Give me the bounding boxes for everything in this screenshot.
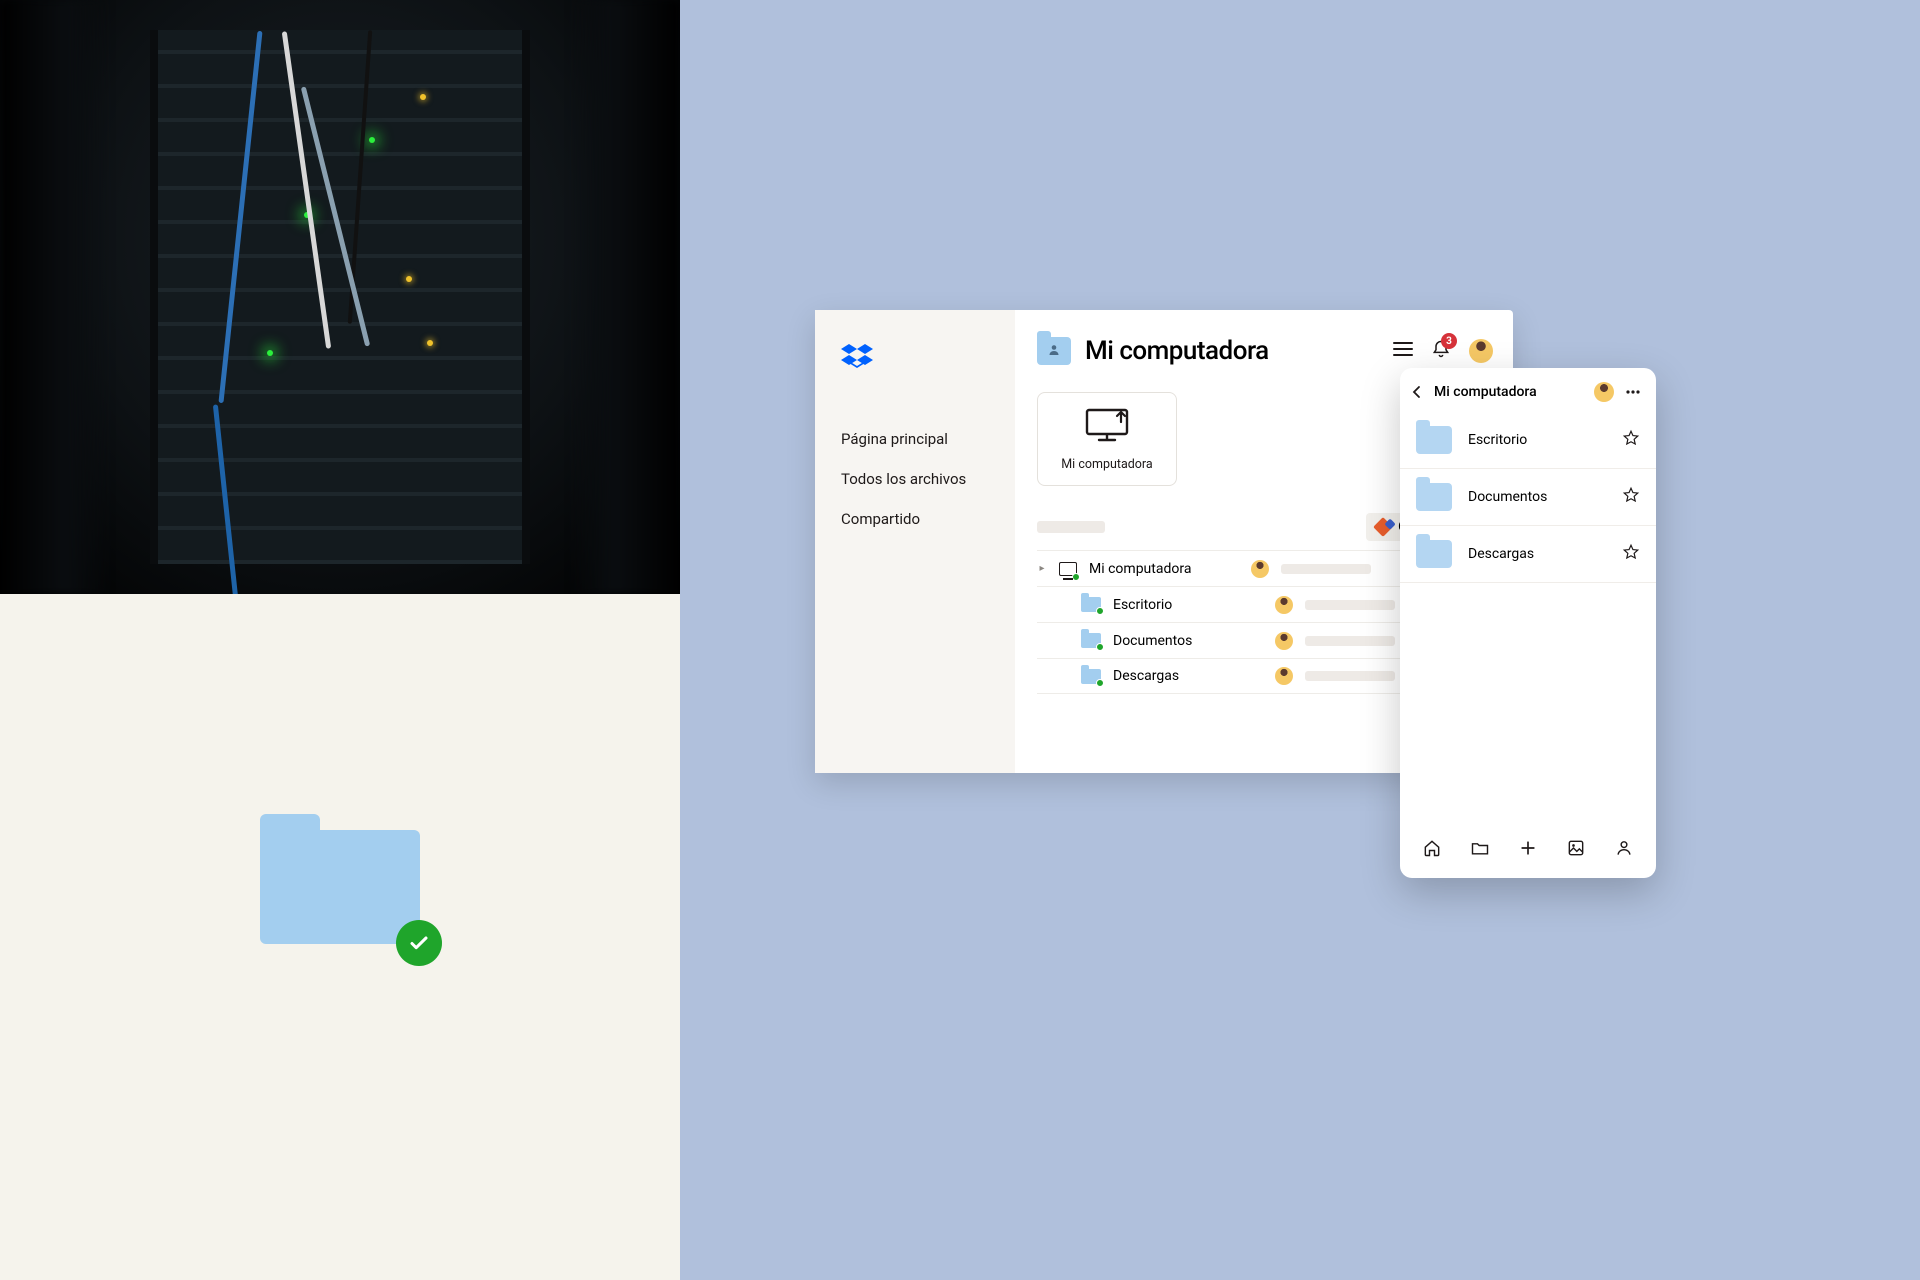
- account-icon[interactable]: [1614, 838, 1634, 862]
- expand-icon[interactable]: ▸: [1037, 563, 1047, 574]
- mobile-row-documents[interactable]: Documentos: [1400, 469, 1656, 526]
- folder-synced-illustration: [0, 594, 680, 1280]
- folder-icon: [1416, 426, 1452, 454]
- menu-icon[interactable]: [1393, 341, 1413, 361]
- column-placeholder: [1037, 521, 1105, 533]
- computer-upload-icon: [1084, 407, 1130, 443]
- mobile-row-desktop[interactable]: Escritorio: [1400, 412, 1656, 469]
- placeholder: [1305, 671, 1395, 681]
- sidebar-item-all-files[interactable]: Todos los archivos: [841, 470, 995, 488]
- folder-icon: [260, 814, 420, 944]
- file-row-name: Descargas: [1113, 668, 1263, 684]
- placeholder: [1281, 564, 1371, 574]
- owner-avatar: [1251, 560, 1269, 578]
- mobile-bottom-nav: [1400, 824, 1656, 878]
- mobile-app-window: Mi computadora Escritorio Documentos Des…: [1400, 368, 1656, 878]
- more-icon[interactable]: [1624, 383, 1642, 401]
- placeholder: [1305, 636, 1395, 646]
- sidebar-item-home[interactable]: Página principal: [841, 430, 995, 448]
- mobile-title: Mi computadora: [1434, 384, 1537, 400]
- avatar[interactable]: [1594, 382, 1614, 402]
- server-rack-image: [0, 0, 680, 594]
- file-row-name: Documentos: [1113, 633, 1263, 649]
- placeholder: [1305, 600, 1395, 610]
- star-icon[interactable]: [1622, 543, 1640, 565]
- mobile-row-downloads[interactable]: Descargas: [1400, 526, 1656, 583]
- owner-avatar: [1275, 632, 1293, 650]
- sidebar: Página principal Todos los archivos Comp…: [815, 310, 1015, 773]
- folder-icon: [1416, 483, 1452, 511]
- owner-avatar: [1275, 667, 1293, 685]
- dropbox-logo-icon[interactable]: [841, 344, 995, 376]
- checkmark-icon: [396, 920, 442, 966]
- star-icon[interactable]: [1622, 429, 1640, 451]
- add-icon[interactable]: [1518, 838, 1538, 862]
- notification-badge: 3: [1441, 333, 1457, 349]
- mobile-row-name: Descargas: [1468, 546, 1534, 562]
- sidebar-item-shared[interactable]: Compartido: [841, 510, 995, 528]
- folder-icon: [1081, 669, 1101, 684]
- computer-icon: [1059, 562, 1077, 576]
- mobile-row-name: Documentos: [1468, 489, 1547, 505]
- home-icon[interactable]: [1422, 838, 1442, 862]
- create-icon: [1373, 517, 1393, 537]
- photos-icon[interactable]: [1566, 838, 1586, 862]
- notifications-button[interactable]: 3: [1431, 339, 1451, 363]
- folder-person-icon: [1037, 337, 1071, 365]
- mobile-row-name: Escritorio: [1468, 432, 1527, 448]
- folder-icon: [1081, 633, 1101, 648]
- owner-avatar: [1275, 596, 1293, 614]
- page-title: Mi computadora: [1085, 336, 1269, 366]
- avatar[interactable]: [1469, 339, 1493, 363]
- back-icon[interactable]: [1410, 385, 1424, 399]
- file-row-name: Mi computadora: [1089, 561, 1239, 577]
- card-label: Mi computadora: [1061, 457, 1152, 472]
- folder-icon: [1081, 597, 1101, 612]
- star-icon[interactable]: [1622, 486, 1640, 508]
- files-icon[interactable]: [1470, 838, 1490, 862]
- computer-card[interactable]: Mi computadora: [1037, 392, 1177, 486]
- file-row-name: Escritorio: [1113, 597, 1263, 613]
- folder-icon: [1416, 540, 1452, 568]
